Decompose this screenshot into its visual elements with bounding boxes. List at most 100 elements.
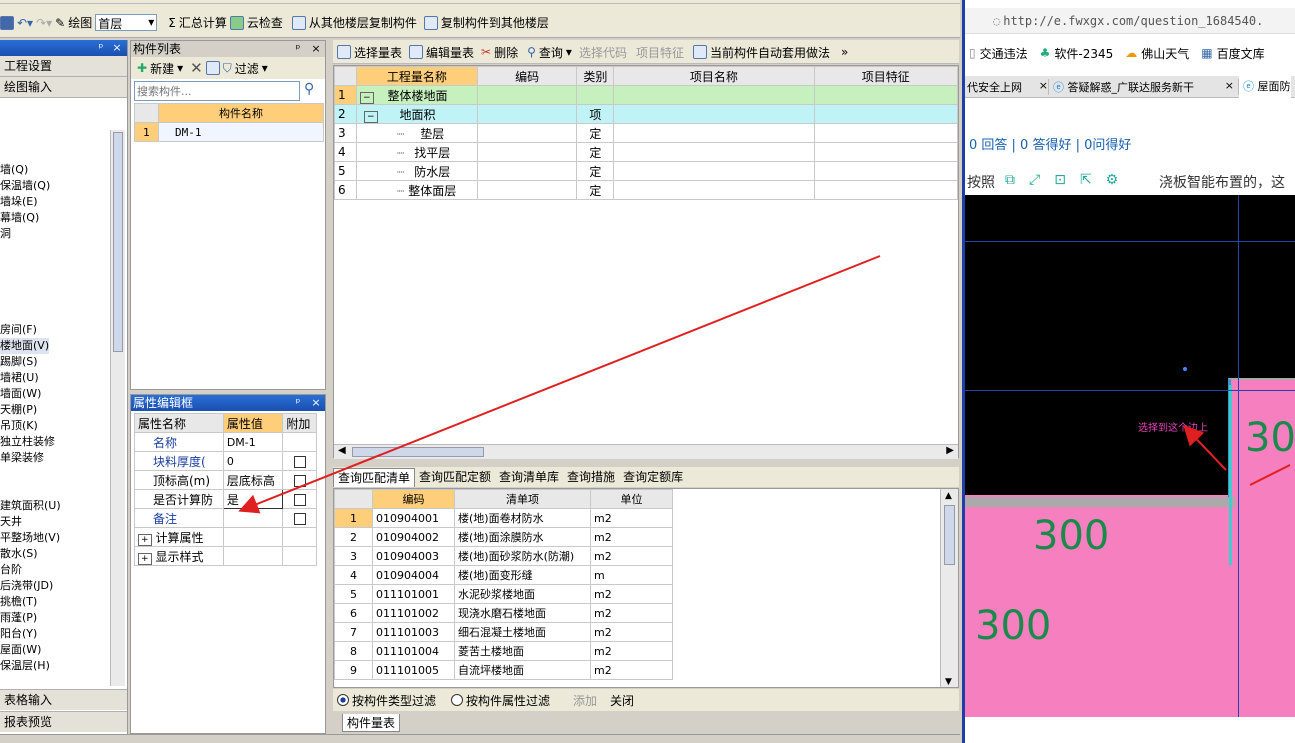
tree-item[interactable]: 建筑面积(U) [0, 498, 110, 514]
address-bar[interactable]: ◌ http://e.fwxgx.com/question_1684540. [965, 8, 1295, 34]
cloud-check-button[interactable]: 云检查 [247, 14, 283, 31]
table-row[interactable]: 5 011101001 水泥砂浆楼地面 m2 [334, 584, 673, 604]
copy-icon[interactable]: ⧉ [1005, 172, 1015, 188]
collapse-icon[interactable]: − [359, 91, 374, 104]
component-name-cell[interactable]: DM-1 [158, 122, 324, 142]
table-row[interactable]: 4 010904004 楼(地)面变形缝 m [334, 565, 673, 585]
horizontal-scrollbar[interactable]: ◀ ▶ [334, 444, 958, 459]
browser-tab[interactable]: 代安全上网 × [965, 78, 1049, 95]
tree-item[interactable]: 墙垛(E) [0, 194, 110, 210]
expand-icon[interactable]: + [138, 552, 152, 565]
pin-icon[interactable]: ᵖ [291, 41, 305, 57]
tree-item[interactable]: 散水(S) [0, 546, 110, 562]
tree-item[interactable]: 吊顶(K) [0, 418, 110, 434]
tree-item[interactable]: 墙裙(U) [0, 370, 110, 386]
bookmark-item[interactable]: 佛山天气 [1141, 45, 1189, 62]
nav-table-input[interactable]: 表格输入 [0, 689, 127, 710]
select-quantity-button[interactable]: 选择量表 [354, 44, 402, 61]
tree-item[interactable]: 墙(Q) [0, 162, 110, 178]
delete-button[interactable]: 删除 [494, 44, 518, 61]
tab-query-list-lib[interactable]: 查询清单库 [495, 468, 563, 486]
attach-checkbox[interactable] [293, 474, 306, 487]
save-icon[interactable] [0, 15, 14, 30]
tree-item[interactable]: 墙面(W) [0, 386, 110, 402]
table-row[interactable]: 8 011101004 菱苦土楼地面 m2 [334, 641, 673, 661]
tree-item[interactable]: 踢脚(S) [0, 354, 110, 370]
tree-item[interactable]: 保温层(H) [0, 658, 110, 674]
collapse-icon[interactable]: − [363, 110, 378, 123]
tree-item[interactable]: 平整场地(V) [0, 530, 110, 546]
browser-tab-active[interactable]: ⓔ 屋面防 [1239, 75, 1291, 98]
copy-from-floor-button[interactable]: 从其他楼层复制构件 [309, 14, 417, 31]
filter-type-radio[interactable] [337, 694, 349, 706]
query-scrollbar[interactable]: ▲ ▼ [940, 489, 958, 687]
copy-to-floor-button[interactable]: 复制构件到其他楼层 [441, 14, 549, 31]
close-icon[interactable]: × [309, 395, 323, 411]
left-nav-scrollbar[interactable] [110, 130, 125, 686]
tab-query-match-quota[interactable]: 查询匹配定额 [415, 468, 495, 486]
tree-item[interactable]: 幕墙(Q) [0, 210, 110, 226]
tree-item[interactable]: 天棚(P) [0, 402, 110, 418]
attach-checkbox[interactable] [293, 493, 306, 506]
tab-query-measures[interactable]: 查询措施 [563, 468, 619, 486]
query-button[interactable]: 查询 [539, 44, 563, 61]
delete-icon[interactable]: ✕ [190, 59, 203, 77]
tree-item[interactable]: 阳台(Y) [0, 626, 110, 642]
prop-value-editing[interactable]: 是 [222, 489, 284, 509]
tree-item[interactable]: 独立柱装修 [0, 434, 110, 450]
tree-item[interactable]: 雨蓬(P) [0, 610, 110, 626]
table-row[interactable]: 9 011101005 自流坪楼地面 m2 [334, 660, 673, 680]
save-icon[interactable]: ⊡ [1054, 172, 1066, 188]
close-icon[interactable]: × [1039, 79, 1048, 95]
tree-item[interactable]: 单梁装修 [0, 450, 110, 466]
tree-item[interactable]: 台阶 [0, 562, 110, 578]
bottom-tab[interactable]: 构件量表 [342, 714, 401, 732]
tree-item[interactable]: 天井 [0, 514, 110, 530]
property-row[interactable]: + 计算属性 [134, 527, 317, 547]
floor-select[interactable]: 首层 ▾ [95, 14, 158, 31]
close-button[interactable]: 关闭 [610, 692, 634, 709]
browser-tab[interactable]: ⓔ 答疑解惑_广联达服务新干 × [1049, 78, 1239, 95]
expand-icon[interactable]: + [138, 533, 152, 546]
tree-item[interactable]: 后浇带(JD) [0, 578, 110, 594]
table-row[interactable]: 6 011101002 现浇水磨石楼地面 m2 [334, 603, 673, 623]
tree-item[interactable]: 洞 [0, 226, 110, 242]
nav-report-preview[interactable]: 报表预览 [0, 711, 127, 732]
share-icon[interactable]: ⇱ [1080, 172, 1092, 188]
bookmark-item[interactable]: 百度文库 [1217, 45, 1265, 62]
undo-icon[interactable]: ↶▾ [17, 16, 33, 30]
filter-button[interactable]: 过滤 [235, 60, 259, 77]
close-icon[interactable]: × [309, 41, 323, 57]
bookmark-item[interactable]: 软件-2345 [1054, 45, 1113, 62]
table-row[interactable]: 4 ┈ 找平层定 [334, 142, 958, 162]
table-row[interactable]: 2 010904002 楼(地)面涂膜防水 m2 [334, 527, 673, 547]
prop-value[interactable]: 0 [222, 451, 284, 471]
gear-icon[interactable]: ⚙ [1106, 172, 1119, 188]
table-row[interactable]: 7 011101003 细石混凝土楼地面 m2 [334, 622, 673, 642]
draw-button[interactable]: 绘图 [68, 14, 92, 31]
search-icon[interactable]: ⚲ [304, 81, 314, 101]
table-row[interactable]: 1 010904001 楼(地)面卷材防水 m2 [334, 508, 673, 528]
prop-value[interactable]: DM-1 [222, 432, 284, 452]
redo-icon[interactable]: ↷▾ [36, 16, 52, 30]
more-icon[interactable]: » [841, 45, 848, 59]
tree-item-selected[interactable]: 楼地面(V) [0, 338, 50, 354]
summary-calc-button[interactable]: 汇总计算 [179, 14, 227, 31]
pin-icon[interactable]: ᵖ [291, 395, 305, 411]
prop-value[interactable]: 层底标高 [222, 470, 284, 490]
table-row[interactable]: 5 ┈ 防水层定 [334, 161, 958, 181]
select-code-button[interactable]: 选择代码 [579, 44, 627, 61]
tree-item[interactable]: 挑檐(T) [0, 594, 110, 610]
close-icon[interactable]: × [110, 40, 124, 56]
tab-query-quota-lib[interactable]: 查询定额库 [619, 468, 687, 486]
nav-project-settings[interactable]: 工程设置 [0, 56, 127, 77]
table-row[interactable]: 3 ┈ 垫层定 [334, 123, 958, 143]
prop-value[interactable] [222, 508, 284, 528]
expand-icon[interactable]: ⤢ [1029, 172, 1040, 188]
nav-drawing-input[interactable]: 绘图输入 [0, 77, 127, 98]
table-row[interactable]: 1 DM-1 [134, 122, 324, 142]
copy-icon[interactable] [205, 61, 220, 75]
property-row[interactable]: + 显示样式 [134, 546, 317, 566]
project-feature-button[interactable]: 项目特征 [636, 44, 684, 61]
table-row[interactable]: 3 010904003 楼(地)面砂浆防水(防潮) m2 [334, 546, 673, 566]
